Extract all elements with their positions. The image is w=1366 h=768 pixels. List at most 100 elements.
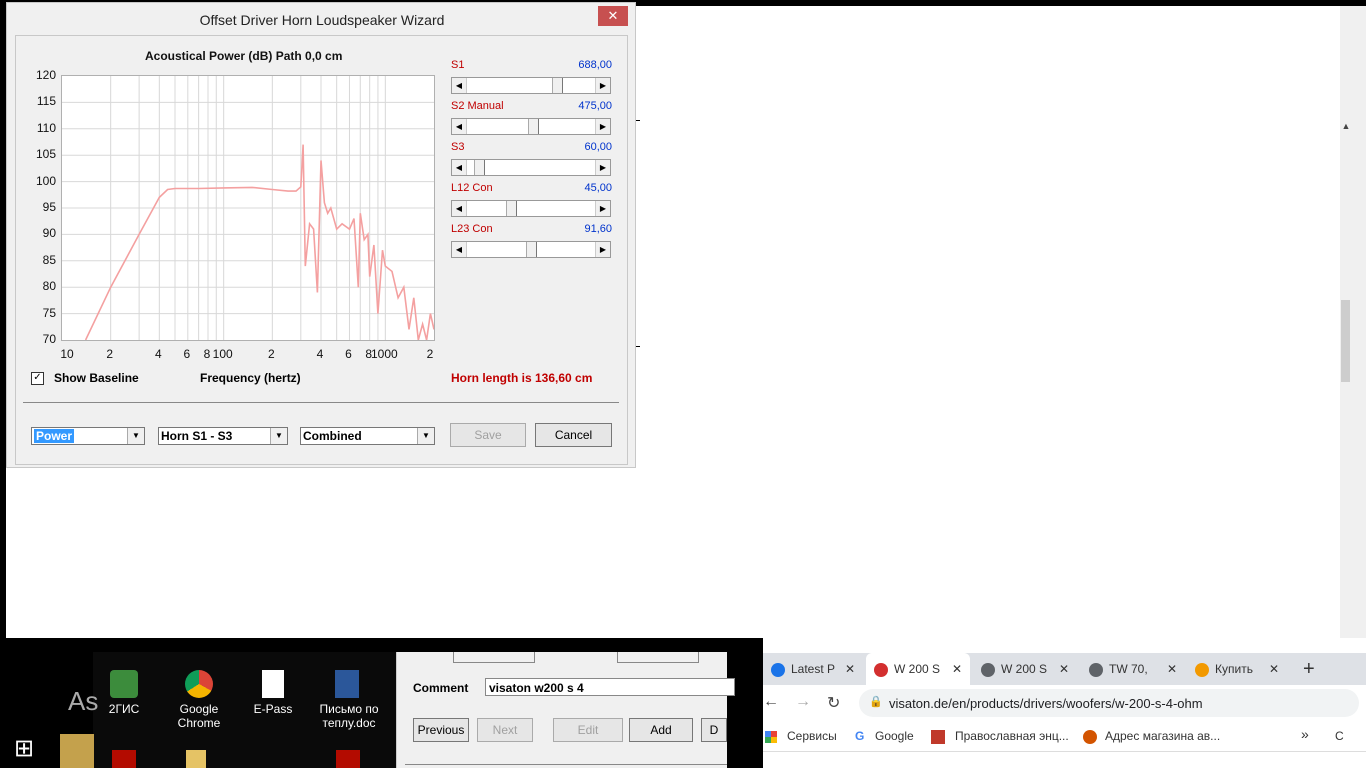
x-tick-label: 2 (426, 347, 434, 361)
slider-l12[interactable]: ◀ ▶ (451, 200, 611, 217)
comment-input[interactable]: visaton w200 s 4 (485, 678, 735, 696)
x-tick-label: 10 (60, 347, 74, 361)
close-button[interactable]: ✕ (598, 6, 628, 26)
pdf-icon[interactable] (112, 750, 136, 768)
x-tick-label: 2 (267, 347, 275, 361)
shop-site-icon[interactable] (1083, 730, 1097, 744)
close-icon[interactable]: ✕ (1269, 653, 1279, 685)
previous-button[interactable]: Previous (413, 718, 469, 742)
tab-latest[interactable]: Latest P ✕ (763, 653, 863, 685)
tab-tw70[interactable]: TW 70, ✕ (1081, 653, 1185, 685)
chevron-down-icon[interactable]: ▼ (127, 428, 144, 444)
y-tick-label: 75 (42, 305, 56, 320)
delete-button[interactable]: D (701, 718, 727, 742)
x-axis-title: Frequency (hertz) (200, 371, 301, 385)
cancel-button[interactable]: Cancel (535, 423, 612, 447)
form-field[interactable] (617, 652, 699, 663)
tab-kupit[interactable]: Купить ✕ (1187, 653, 1287, 685)
slider-left-arrow-icon[interactable]: ◀ (452, 201, 467, 216)
close-icon[interactable]: ✕ (1059, 653, 1069, 685)
url-text[interactable]: visaton.de/en/products/drivers/woofers/w… (889, 696, 1203, 711)
chevron-down-icon[interactable]: ▼ (270, 428, 287, 444)
word-doc-icon[interactable] (335, 670, 359, 698)
save-button[interactable]: Save (450, 423, 526, 447)
scroll-up-icon[interactable]: ▲ (1340, 120, 1352, 132)
chevron-down-icon[interactable]: ▼ (417, 428, 434, 444)
mode-select[interactable]: Combined ▼ (300, 427, 435, 445)
edit-button[interactable]: Edit (553, 718, 623, 742)
y-tick-label: 80 (42, 279, 56, 294)
reload-icon[interactable]: ↻ (827, 693, 840, 713)
background-top-strip (636, 0, 1366, 6)
epass-icon[interactable] (262, 670, 284, 698)
close-icon[interactable]: ✕ (952, 653, 962, 685)
section-select[interactable]: Horn S1 - S3 ▼ (158, 427, 288, 445)
omnibox[interactable]: 🔒 visaton.de/en/products/drivers/woofers… (859, 689, 1359, 717)
slider-left-arrow-icon[interactable]: ◀ (452, 119, 467, 134)
address-bar: ← → ↻ 🔒 visaton.de/en/products/drivers/w… (763, 685, 1366, 721)
bookmark-shop-address[interactable]: Адрес магазина ав... (1105, 729, 1220, 743)
slider-thumb[interactable] (474, 160, 485, 175)
forward-icon[interactable]: → (795, 693, 811, 711)
next-button[interactable]: Next (477, 718, 533, 742)
slider-left-arrow-icon[interactable]: ◀ (452, 242, 467, 257)
bookmarks-more-icon[interactable]: » (1301, 726, 1309, 742)
globe-icon (1089, 662, 1103, 677)
windows-start-icon[interactable]: ⊞ (0, 730, 48, 768)
new-tab-button[interactable]: + (1303, 653, 1323, 685)
dialog-title: Offset Driver Horn Loudspeaker Wizard (199, 12, 445, 28)
slider-thumb[interactable] (506, 201, 517, 216)
show-baseline-label: Show Baseline (54, 371, 139, 385)
slider-thumb[interactable] (528, 119, 539, 134)
close-icon[interactable]: ✕ (1167, 653, 1177, 685)
slider-thumb[interactable] (552, 78, 563, 93)
close-icon[interactable]: ✕ (845, 653, 855, 685)
site-favicon-icon (874, 662, 888, 677)
slider-right-arrow-icon[interactable]: ▶ (595, 201, 610, 216)
orthodox-site-icon[interactable] (931, 730, 945, 744)
y-tick-label: 110 (36, 120, 56, 135)
slider-right-arrow-icon[interactable]: ▶ (595, 119, 610, 134)
horn-wizard-dialog: Offset Driver Horn Loudspeaker Wizard ✕ … (6, 2, 636, 468)
view-select[interactable]: Power ▼ (31, 427, 145, 445)
slider-s2[interactable]: ◀ ▶ (451, 118, 611, 135)
slider-left-arrow-icon[interactable]: ◀ (452, 160, 467, 175)
google-icon[interactable]: G (855, 729, 864, 743)
bookmark-services[interactable]: Сервисы (787, 729, 837, 743)
add-button[interactable]: Add (629, 718, 693, 742)
slider-s3[interactable]: ◀ ▶ (451, 159, 611, 176)
slider-right-arrow-icon[interactable]: ▶ (595, 78, 610, 93)
bookmark-google[interactable]: Google (875, 729, 914, 743)
param-value-s2: 475,00 (578, 100, 612, 112)
slider-s1[interactable]: ◀ ▶ (451, 77, 611, 94)
desktop-icon-label[interactable]: 2ГИС (84, 702, 164, 716)
slider-l23[interactable]: ◀ ▶ (451, 241, 611, 258)
y-tick-label: 100 (35, 173, 56, 188)
param-label-s2: S2 Manual (451, 100, 504, 112)
desktop-icon-label[interactable]: E-Pass (233, 702, 313, 716)
slider-right-arrow-icon[interactable]: ▶ (595, 160, 610, 175)
bookmark-orthodox[interactable]: Православная энц... (955, 729, 1069, 743)
back-icon[interactable]: ← (763, 693, 779, 711)
desktop-icon-label[interactable]: Письмо по теплу.doc (307, 702, 391, 730)
background-scrollbar-thumb[interactable] (1341, 300, 1350, 382)
pdf-icon[interactable] (336, 750, 360, 768)
reading-list-icon[interactable]: С (1335, 729, 1344, 743)
tab-w200[interactable]: W 200 S ✕ (973, 653, 1077, 685)
folder-icon[interactable] (186, 750, 206, 768)
slider-left-arrow-icon[interactable]: ◀ (452, 78, 467, 93)
x-tick-label: 4 (316, 347, 324, 361)
param-value-l23: 91,60 (584, 223, 612, 235)
chrome-icon[interactable] (185, 670, 213, 698)
apps-icon[interactable] (765, 731, 777, 743)
show-baseline-checkbox[interactable]: ✓ (31, 372, 44, 385)
form-field[interactable] (453, 652, 535, 663)
param-value-l12: 45,00 (584, 182, 612, 194)
slider-right-arrow-icon[interactable]: ▶ (595, 242, 610, 257)
tab-w200-active[interactable]: W 200 S ✕ (866, 653, 970, 685)
file-explorer-icon[interactable] (60, 734, 94, 768)
lock-icon[interactable]: 🔒 (869, 695, 883, 708)
2gis-icon[interactable] (110, 670, 138, 698)
slider-thumb[interactable] (526, 242, 537, 257)
desktop-icon-label[interactable]: Google Chrome (159, 702, 239, 730)
